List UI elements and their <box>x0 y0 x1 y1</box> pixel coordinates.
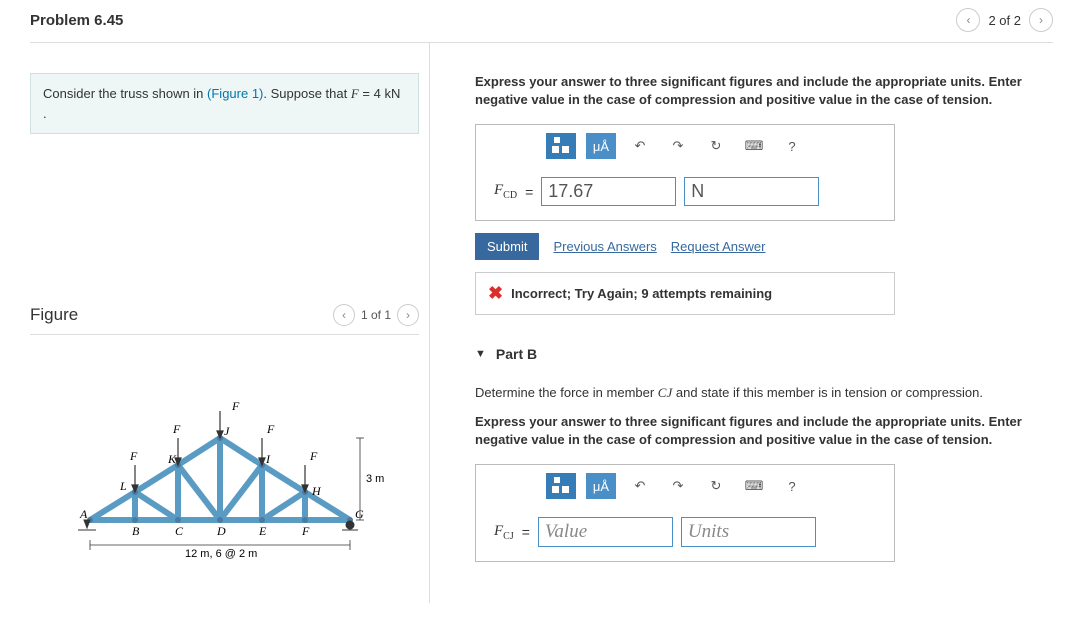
part-b-prompt: Determine the force in member CJ and sta… <box>475 383 1053 403</box>
next-page-button[interactable]: › <box>1029 8 1053 32</box>
incorrect-icon: ✖ <box>488 283 503 304</box>
help-button[interactable]: ? <box>778 134 806 158</box>
units-button[interactable]: μÅ <box>586 133 616 159</box>
part-a-instruction: Express your answer to three significant… <box>475 73 1053 109</box>
problem-title: Problem 6.45 <box>30 12 123 29</box>
redo-button[interactable]: ↷ <box>664 134 692 158</box>
svg-text:F: F <box>301 524 310 538</box>
submit-button[interactable]: Submit <box>475 233 539 260</box>
svg-text:J: J <box>224 424 230 438</box>
svg-text:12 m, 6 @ 2 m: 12 m, 6 @ 2 m <box>185 548 257 560</box>
svg-text:K: K <box>167 452 177 466</box>
figure-page-counter: 1 of 1 <box>361 308 391 322</box>
svg-text:F: F <box>172 422 181 436</box>
template-button[interactable] <box>546 473 576 499</box>
previous-answers-link[interactable]: Previous Answers <box>553 239 656 254</box>
svg-text:I: I <box>265 452 271 466</box>
variable-label-fcd: FCD <box>494 182 517 201</box>
svg-text:3 m: 3 m <box>366 473 384 485</box>
units-button[interactable]: μÅ <box>586 473 616 499</box>
svg-text:H: H <box>311 484 322 498</box>
svg-text:F: F <box>309 449 318 463</box>
undo-button[interactable]: ↶ <box>626 134 654 158</box>
value-input[interactable]: Value <box>538 517 673 547</box>
svg-text:L: L <box>119 479 127 493</box>
problem-statement: Consider the truss shown in (Figure 1). … <box>30 73 419 134</box>
svg-text:F: F <box>231 399 240 413</box>
page-counter: 2 of 2 <box>988 13 1021 28</box>
help-button[interactable]: ? <box>778 474 806 498</box>
svg-text:F: F <box>129 449 138 463</box>
svg-text:F: F <box>266 422 275 436</box>
feedback-text: Incorrect; Try Again; 9 attempts remaini… <box>511 286 772 301</box>
feedback-box: ✖ Incorrect; Try Again; 9 attempts remai… <box>475 272 895 315</box>
part-b-title: Part B <box>496 346 537 362</box>
svg-text:A: A <box>79 507 88 521</box>
part-b-answer-box: μÅ ↶ ↷ ↻ ⌨ ? FCJ = Value Units <box>475 464 895 562</box>
reset-button[interactable]: ↻ <box>702 134 730 158</box>
template-button[interactable] <box>546 133 576 159</box>
svg-text:D: D <box>216 524 226 538</box>
figure-next-button[interactable]: › <box>397 304 419 326</box>
part-b-header[interactable]: ▼ Part B <box>475 340 1053 369</box>
svg-text:B: B <box>132 524 140 538</box>
prev-page-button[interactable]: ‹ <box>956 8 980 32</box>
caret-down-icon: ▼ <box>475 348 486 360</box>
truss-figure: F F F F F L K J I H A B C D E F G 3 m 12 m, 6 @ 2 m <box>30 390 419 563</box>
undo-button[interactable]: ↶ <box>626 474 654 498</box>
figure-link[interactable]: (Figure 1) <box>207 86 263 101</box>
unit-input[interactable] <box>684 177 819 206</box>
redo-button[interactable]: ↷ <box>664 474 692 498</box>
part-a-answer-box: μÅ ↶ ↷ ↻ ⌨ ? FCD = <box>475 124 895 221</box>
keyboard-button[interactable]: ⌨ <box>740 474 768 498</box>
value-input[interactable] <box>541 177 676 206</box>
figure-prev-button[interactable]: ‹ <box>333 304 355 326</box>
unit-input[interactable]: Units <box>681 517 816 547</box>
part-b-instruction: Express your answer to three significant… <box>475 413 1053 449</box>
svg-text:G: G <box>355 507 364 521</box>
figure-heading: Figure <box>30 305 78 325</box>
request-answer-link[interactable]: Request Answer <box>671 239 766 254</box>
keyboard-button[interactable]: ⌨ <box>740 134 768 158</box>
svg-text:C: C <box>175 524 184 538</box>
page-nav: ‹ 2 of 2 › <box>956 8 1053 32</box>
svg-text:E: E <box>258 524 267 538</box>
reset-button[interactable]: ↻ <box>702 474 730 498</box>
variable-label-fcj: FCJ <box>494 523 514 542</box>
